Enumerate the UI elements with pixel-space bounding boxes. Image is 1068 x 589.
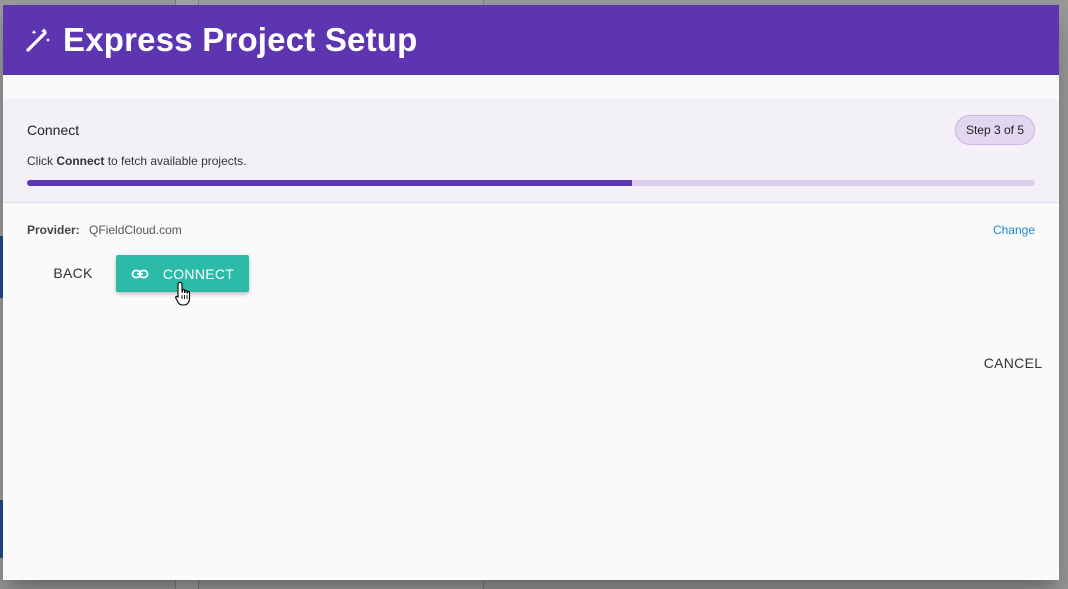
back-button[interactable]: BACK [41,255,105,291]
express-setup-dialog: Express Project Setup Connect Step 3 of … [3,5,1059,580]
connect-button-label: CONNECT [162,265,235,282]
link-icon [131,265,149,283]
step-hint: Click Connect to fetch available project… [27,154,246,168]
dialog-title: Express Project Setup [63,21,418,58]
provider-row: Provider: QFieldCloud.com Change [27,223,1035,241]
change-provider-link[interactable]: Change [993,223,1035,237]
step-badge: Step 3 of 5 [954,115,1035,145]
provider-label: Provider: [27,223,80,237]
hint-suffix: to fetch available projects. [107,154,247,168]
step-progress-bar [27,180,1035,186]
step-panel: Connect Step 3 of 5 Click Connect to fet… [3,99,1059,203]
step-title: Connect [27,122,80,138]
hint-emphasis: Connect [56,154,105,168]
hand-pointer-cursor-icon [174,281,194,307]
hint-prefix: Click [27,154,53,168]
magic-wand-icon [25,27,51,53]
provider-value: QFieldCloud.com [89,223,182,237]
dialog-header: Express Project Setup [3,5,1059,75]
step-progress-fill [27,180,632,186]
cancel-button[interactable]: CANCEL [981,345,1045,381]
